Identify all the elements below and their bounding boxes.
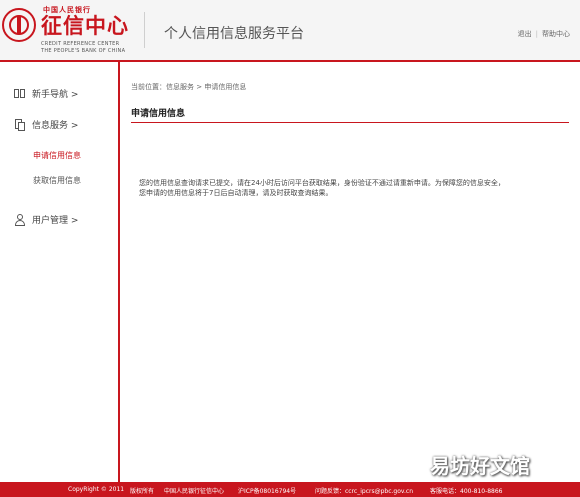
logo-main-text: 征信中心 <box>41 13 129 38</box>
book-icon <box>14 88 26 100</box>
sidebar-subitem-get[interactable]: 获取信用信息 <box>33 175 81 186</box>
footer-copyright: CopyRight © 2011 <box>68 486 125 493</box>
sidebar-item-label: 信息服务 > <box>32 121 79 131</box>
message-line-2: 您申请的信用信息将于7日后自动清理，请及时获取查询结果。 <box>139 189 333 197</box>
header: 中国人民银行 征信中心 CREDIT REFERENCE CENTER THE … <box>0 0 580 62</box>
footer-icp: 沪ICP备08016794号 <box>238 488 297 495</box>
top-links: 退出 | 帮助中心 <box>518 29 570 39</box>
sidebar-item-label: 用户管理 > <box>32 216 79 226</box>
message-line-1: 您的信用信息查询请求已提交，请在24小时后访问平台获取结果，身份验证不通过请重新… <box>139 179 505 187</box>
footer-feedback: 问题反馈：ccrc_ipcrs@pbc.gov.cn <box>315 488 413 495</box>
sidebar-item-info-service[interactable]: 信息服务 > <box>14 118 78 131</box>
page-title: 申请信用信息 <box>131 106 569 123</box>
logo-en-line2: THE PEOPLE'S BANK OF CHINA <box>41 48 126 54</box>
breadcrumb: 当前位置：信息服务 > 申请信用信息 <box>131 83 247 91</box>
document-icon <box>14 118 26 131</box>
sidebar-item-label: 新手导航 > <box>32 90 79 100</box>
pbc-seal-icon <box>2 8 36 42</box>
sidebar-item-guide[interactable]: 新手导航 > <box>14 87 78 100</box>
status-message: 您的信用信息查询请求已提交，请在24小时后访问平台获取结果，身份验证不通过请重新… <box>139 178 569 198</box>
logo-en-line1: CREDIT REFERENCE CENTER <box>41 41 120 47</box>
footer: CopyRight © 2011 版权所有 中国人民银行征信中心 沪ICP备08… <box>0 482 580 497</box>
watermark: 易坊好文馆 <box>430 454 530 478</box>
footer-rights: 版权所有 <box>130 488 155 495</box>
platform-title: 个人信用信息服务平台 <box>164 26 304 42</box>
user-icon <box>14 213 26 226</box>
sidebar: 新手导航 > 信息服务 > 申请信用信息 获取信用信息 用户管理 > <box>0 62 120 482</box>
help-center-link[interactable]: 帮助中心 <box>542 30 570 38</box>
logout-link[interactable]: 退出 <box>518 30 532 38</box>
footer-org: 中国人民银行征信中心 <box>164 488 225 495</box>
footer-hotline: 客服电话：400-810-8866 <box>430 488 503 495</box>
sidebar-subitem-apply[interactable]: 申请信用信息 <box>33 150 81 161</box>
link-separator: | <box>535 30 538 38</box>
logo-divider <box>144 12 145 48</box>
sidebar-item-user-management[interactable]: 用户管理 > <box>14 213 78 226</box>
